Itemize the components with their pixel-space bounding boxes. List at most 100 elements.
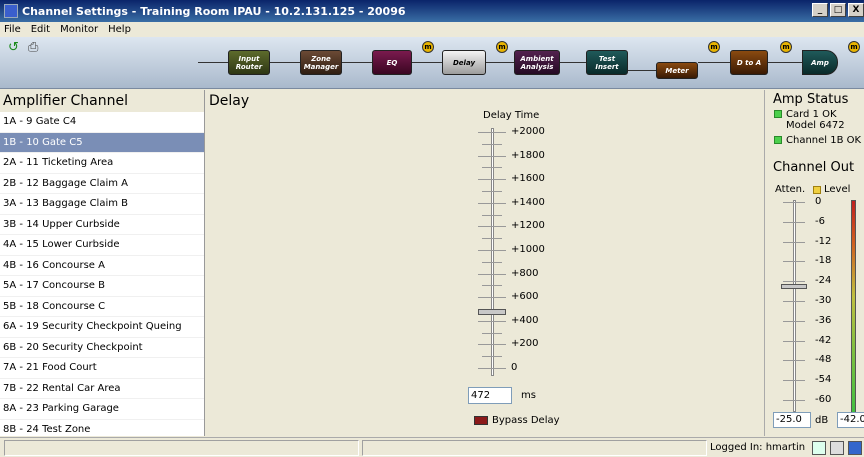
menu-bar: File Edit Monitor Help <box>0 22 864 37</box>
menu-help[interactable]: Help <box>108 24 131 35</box>
amp-status-heading: Amp Status <box>773 92 849 107</box>
pipeline-wire <box>198 62 228 63</box>
delay-time-label: Delay Time <box>483 110 540 121</box>
model-text: Model 6472 <box>786 120 845 131</box>
atten-tick <box>783 340 805 342</box>
atten-tick-label: -24 <box>815 275 832 287</box>
list-item[interactable]: 3B - 14 Upper Curbside <box>0 215 204 235</box>
delay-tick <box>478 179 506 181</box>
menu-monitor[interactable]: Monitor <box>60 24 98 35</box>
delay-minor-tick <box>482 332 502 334</box>
stage-amp[interactable]: Amp <box>802 50 838 75</box>
status-led-icon <box>774 136 782 144</box>
stage-zone-manager[interactable]: Zone Manager <box>300 50 342 75</box>
delay-minor-tick <box>482 214 502 216</box>
printer-icon[interactable]: ⎙ <box>28 40 38 55</box>
minimize-button[interactable]: _ <box>812 3 828 17</box>
delay-minor-tick <box>482 167 502 169</box>
monitor-badge-icon[interactable]: m <box>496 41 508 53</box>
stage-d-to-a[interactable]: D to A <box>730 50 768 75</box>
close-button[interactable]: X <box>848 3 864 17</box>
delay-slider-thumb[interactable] <box>478 309 506 316</box>
atten-tick-label: -60 <box>815 394 832 405</box>
title-bar: Channel Settings - Training Room IPAU - … <box>0 0 864 22</box>
list-item[interactable]: 5B - 18 Concourse C <box>0 297 204 317</box>
window-controls: _ □ X <box>812 3 864 17</box>
delay-panel: Delay Delay Time +2000 +1800 +1600 +1400 +12… <box>206 90 763 436</box>
info-icon[interactable] <box>848 441 862 455</box>
delay-tick-label: +200 <box>511 338 539 350</box>
monitor-badge-icon[interactable]: m <box>708 41 720 53</box>
atten-slider-thumb[interactable] <box>781 284 807 289</box>
maximize-button[interactable]: □ <box>830 3 846 17</box>
logged-in-text: Logged In: hmartin <box>710 442 806 453</box>
list-item[interactable]: 2A - 11 Ticketing Area <box>0 153 204 174</box>
list-item[interactable]: 4A - 15 Lower Curbside <box>0 235 204 256</box>
atten-tick-label: -6 <box>815 215 825 227</box>
status-led-icon <box>774 110 782 118</box>
device-icon[interactable] <box>830 441 844 455</box>
delay-slider-track[interactable] <box>491 128 494 376</box>
list-item[interactable]: 7A - 21 Food Court <box>0 358 204 379</box>
stage-test-insert[interactable]: Test Insert <box>586 50 628 75</box>
menu-file[interactable]: File <box>4 24 21 35</box>
delay-tick-label: 0 <box>511 362 518 373</box>
delay-tick <box>478 155 506 157</box>
delay-tick-label: +2000 <box>511 126 545 137</box>
stage-delay[interactable]: Delay <box>442 50 486 75</box>
atten-label: Atten. <box>775 184 806 195</box>
signal-pipeline: ↺ ⎙ Input Router Zone Manager EQ m Delay… <box>0 37 864 89</box>
atten-tick-label: -36 <box>815 314 832 326</box>
atten-tick-label: 0 <box>815 196 822 207</box>
list-item[interactable]: 6B - 20 Security Checkpoint <box>0 338 204 358</box>
atten-tick <box>783 281 805 283</box>
level-legend: Level <box>813 184 850 195</box>
list-item[interactable]: 8A - 23 Parking Garage <box>0 399 204 420</box>
monitor-badge-icon[interactable]: m <box>780 41 792 53</box>
stage-ambient-analysis[interactable]: Ambient Analysis <box>514 50 560 75</box>
channel-status: Channel 1B OK <box>765 135 864 146</box>
delay-tick-label: +400 <box>511 314 539 326</box>
monitor-badge-icon[interactable]: m <box>848 41 860 53</box>
network-icon[interactable] <box>812 441 826 455</box>
channel-list: 1A - 9 Gate C4 1B - 10 Gate C5 2A - 11 T… <box>0 112 204 440</box>
delay-minor-tick <box>482 285 502 287</box>
delay-value-field[interactable]: 472 <box>468 387 512 404</box>
delay-minor-tick <box>482 143 502 145</box>
atten-value-field[interactable]: -25.0 <box>773 412 811 428</box>
atten-tick-label: -42 <box>815 334 832 346</box>
stage-input-router[interactable]: Input Router <box>228 50 270 75</box>
delay-heading: Delay <box>209 93 250 109</box>
status-cell <box>362 440 707 456</box>
pipeline-wire <box>270 62 300 63</box>
back-arrow-icon[interactable]: ↺ <box>8 40 19 55</box>
delay-tick-label: +1400 <box>511 196 545 208</box>
level-value-field: -42.0 <box>837 412 864 428</box>
stage-meter[interactable]: Meter <box>656 62 698 79</box>
list-item[interactable]: 4B - 16 Concourse A <box>0 256 204 276</box>
delay-minor-tick <box>482 261 502 263</box>
list-item[interactable]: 7B - 22 Rental Car Area <box>0 379 204 399</box>
atten-tick <box>783 320 805 322</box>
list-item[interactable]: 2B - 12 Baggage Claim A <box>0 174 204 194</box>
pipeline-wire <box>628 70 656 71</box>
channel-status-text: Channel 1B OK <box>786 135 862 146</box>
card-status-text: Card 1 OK <box>786 109 837 120</box>
list-item[interactable]: 1A - 9 Gate C4 <box>0 112 204 133</box>
stage-eq[interactable]: EQ <box>372 50 412 75</box>
window-title: Channel Settings - Training Room IPAU - … <box>22 4 406 18</box>
list-item[interactable]: 3A - 13 Baggage Claim B <box>0 194 204 215</box>
delay-tick <box>478 132 506 133</box>
list-item[interactable]: 1B - 10 Gate C5 <box>0 132 204 153</box>
atten-tick-label: -48 <box>815 354 832 366</box>
menu-edit[interactable]: Edit <box>31 24 50 35</box>
pipeline-wire <box>768 62 802 63</box>
delay-tick <box>478 250 506 251</box>
list-item[interactable]: 6A - 19 Security Checkpoint Queing <box>0 317 204 338</box>
atten-tick <box>783 400 805 401</box>
monitor-badge-icon[interactable]: m <box>422 41 434 53</box>
delay-tick <box>478 344 506 346</box>
list-item[interactable]: 5A - 17 Concourse B <box>0 276 204 297</box>
atten-tick <box>783 380 805 382</box>
bypass-delay-toggle[interactable]: Bypass Delay <box>474 415 560 426</box>
